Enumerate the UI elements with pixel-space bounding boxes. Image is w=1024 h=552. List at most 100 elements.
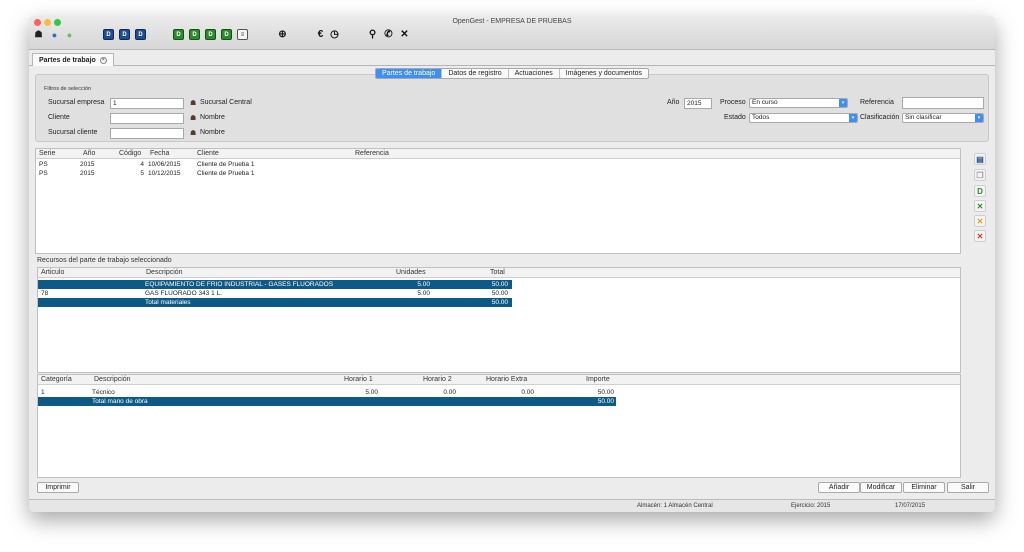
column-header[interactable]: Código [119, 150, 141, 157]
modificar-button[interactable]: Modificar [860, 482, 902, 493]
sucursal-empresa-input[interactable]: 1 [110, 98, 184, 109]
cell-horario-1: 5.00 [365, 389, 378, 396]
app-window: OpenGest - EMPRESA DE PRUEBAS ☗ ● ● D D … [29, 16, 995, 512]
person-lookup-icon[interactable]: ☗ [190, 100, 196, 108]
doc-blue-1-icon[interactable]: D [103, 29, 114, 40]
tab-imagenes-documentos[interactable]: Imágenes y documentos [560, 69, 648, 78]
proceso-select[interactable]: En curso ▾ [749, 98, 848, 108]
column-header[interactable]: Importe [586, 376, 610, 383]
table-row[interactable]: PS 2015 4 10/06/2015 Cliente de Prueba 1 [36, 160, 960, 169]
doc-green-4-icon[interactable]: D [221, 29, 232, 40]
cliente-name: Nombre [200, 114, 225, 121]
cell-descripcion: Total mano de obra [92, 398, 148, 405]
tab-partes-de-trabajo[interactable]: Partes de trabajo × [32, 53, 114, 66]
print-icon[interactable]: ▤ [974, 153, 986, 165]
recursos-title: Recursos del parte de trabajo selecciona… [37, 257, 172, 264]
status-fecha: 17/07/2015 [895, 503, 926, 509]
recursos-grid[interactable]: Articulo Descripción Unidades Total EQUI… [37, 267, 961, 373]
proceso-value: En curso [752, 99, 778, 106]
chevron-down-icon: ▾ [975, 114, 983, 122]
table-row-total[interactable]: Total mano de obra 50.00 [38, 397, 616, 406]
table-row[interactable]: 1 Técnico 5.00 0.00 0.00 50.00 [38, 388, 616, 397]
imprimir-button[interactable]: Imprimir [37, 482, 79, 493]
clasificacion-label: Clasificación [860, 114, 900, 121]
column-header[interactable]: Total [490, 269, 505, 276]
doc-blue-3-icon[interactable]: D [135, 29, 146, 40]
column-header[interactable]: Serie [39, 150, 55, 157]
column-header[interactable]: Unidades [396, 269, 426, 276]
cell-descripcion: EQUIPAMIENTO DE FRIO INDUSTRIAL - GASES … [145, 281, 334, 288]
search-icon[interactable]: ⚲ [367, 29, 378, 40]
column-header[interactable]: Descripción [146, 269, 183, 276]
anadir-button[interactable]: Añadir [818, 482, 860, 493]
cell-descripcion: Técnico [92, 389, 115, 396]
person-lookup-icon[interactable]: ☗ [190, 115, 196, 123]
doc-gray-icon[interactable]: ≡ [237, 29, 248, 40]
column-header[interactable]: Horario 2 [423, 376, 452, 383]
partes-grid[interactable]: Serie Año Código Fecha Cliente Referenci… [35, 148, 961, 254]
column-header[interactable]: Horario 1 [344, 376, 373, 383]
tools-icon[interactable]: ✕ [399, 29, 410, 40]
clock-icon[interactable]: ◷ [329, 29, 340, 40]
eliminar-button[interactable]: Eliminar [903, 482, 945, 493]
doc-green-1-icon[interactable]: D [173, 29, 184, 40]
euro-icon[interactable]: € [315, 29, 326, 40]
referencia-input[interactable] [902, 97, 984, 109]
copy-icon[interactable]: ❐ [974, 169, 986, 181]
title-bar: OpenGest - EMPRESA DE PRUEBAS ☗ ● ● D D … [29, 16, 995, 50]
table-row[interactable]: 78 GAS FLUORADO 343 1 L. 5.00 50.00 [38, 289, 512, 298]
user-blue-icon[interactable]: ● [49, 29, 60, 40]
sucursal-empresa-name: Sucursal Central [200, 99, 252, 106]
table-row[interactable]: PS 2015 5 10/12/2015 Cliente de Prueba 1 [36, 169, 960, 178]
tab-datos-registro[interactable]: Datos de registro [442, 69, 509, 78]
team-icon[interactable]: ☗ [33, 29, 44, 40]
table-row[interactable]: EQUIPAMIENTO DE FRIO INDUSTRIAL - GASES … [38, 280, 512, 289]
doc-green-3-icon[interactable]: D [205, 29, 216, 40]
column-header[interactable]: Articulo [41, 269, 64, 276]
cell-codigo: 5 [140, 170, 144, 177]
grid-header: Categoría Descripción Horario 1 Horario … [38, 375, 960, 385]
close-tab-icon[interactable]: × [99, 56, 107, 64]
tab-label: Partes de trabajo [39, 56, 96, 64]
mano-obra-grid[interactable]: Categoría Descripción Horario 1 Horario … [37, 374, 961, 478]
column-header[interactable]: Cliente [197, 150, 219, 157]
salir-button[interactable]: Salir [947, 482, 989, 493]
cell-cliente: Cliente de Prueba 1 [197, 170, 255, 177]
clasificacion-select[interactable]: Sin clasificar ▾ [902, 113, 984, 123]
cell-horario-2: 0.00 [443, 389, 456, 396]
sucursal-cliente-input[interactable] [110, 128, 184, 139]
cell-unidades: 5.00 [417, 281, 430, 288]
chevron-down-icon: ▾ [839, 99, 847, 107]
estado-value: Todos [752, 114, 770, 121]
globe-icon[interactable]: ⊕ [277, 29, 288, 40]
estado-select[interactable]: Todos ▾ [749, 113, 858, 123]
cell-descripcion: GAS FLUORADO 343 1 L. [145, 290, 222, 297]
tab-partes-trabajo[interactable]: Partes de trabajo [376, 69, 443, 78]
column-header[interactable]: Año [83, 150, 95, 157]
phone-icon[interactable]: ✆ [383, 29, 394, 40]
tools-orange-icon[interactable]: ✕ [974, 215, 986, 227]
sucursal-empresa-label: Sucursal empresa [48, 99, 105, 106]
user-green-icon[interactable]: ● [64, 29, 75, 40]
anio-label: Año [667, 99, 680, 106]
cell-importe: 50.00 [597, 398, 614, 405]
cell-unidades: 5.00 [417, 290, 430, 297]
tools-green-icon[interactable]: ✕ [974, 200, 986, 212]
column-header[interactable]: Fecha [150, 150, 169, 157]
doc-blue-2-icon[interactable]: D [119, 29, 130, 40]
column-header[interactable]: Descripción [94, 376, 131, 383]
window-title: OpenGest - EMPRESA DE PRUEBAS [452, 18, 572, 25]
anio-input[interactable]: 2015 [684, 98, 712, 109]
referencia-label: Referencia [860, 99, 894, 106]
column-header[interactable]: Horario Extra [486, 376, 527, 383]
doc-green-2-icon[interactable]: D [189, 29, 200, 40]
column-header[interactable]: Referencia [355, 150, 389, 157]
doc-green-icon[interactable]: D [974, 185, 986, 197]
tools-red-icon[interactable]: ✕ [974, 230, 986, 242]
table-row-total[interactable]: Total materiales 50.00 [38, 298, 512, 307]
cliente-input[interactable] [110, 113, 184, 124]
cell-codigo: 4 [140, 161, 144, 168]
tab-actuaciones[interactable]: Actuaciones [509, 69, 560, 78]
person-lookup-icon[interactable]: ☗ [190, 130, 196, 138]
column-header[interactable]: Categoría [41, 376, 72, 383]
